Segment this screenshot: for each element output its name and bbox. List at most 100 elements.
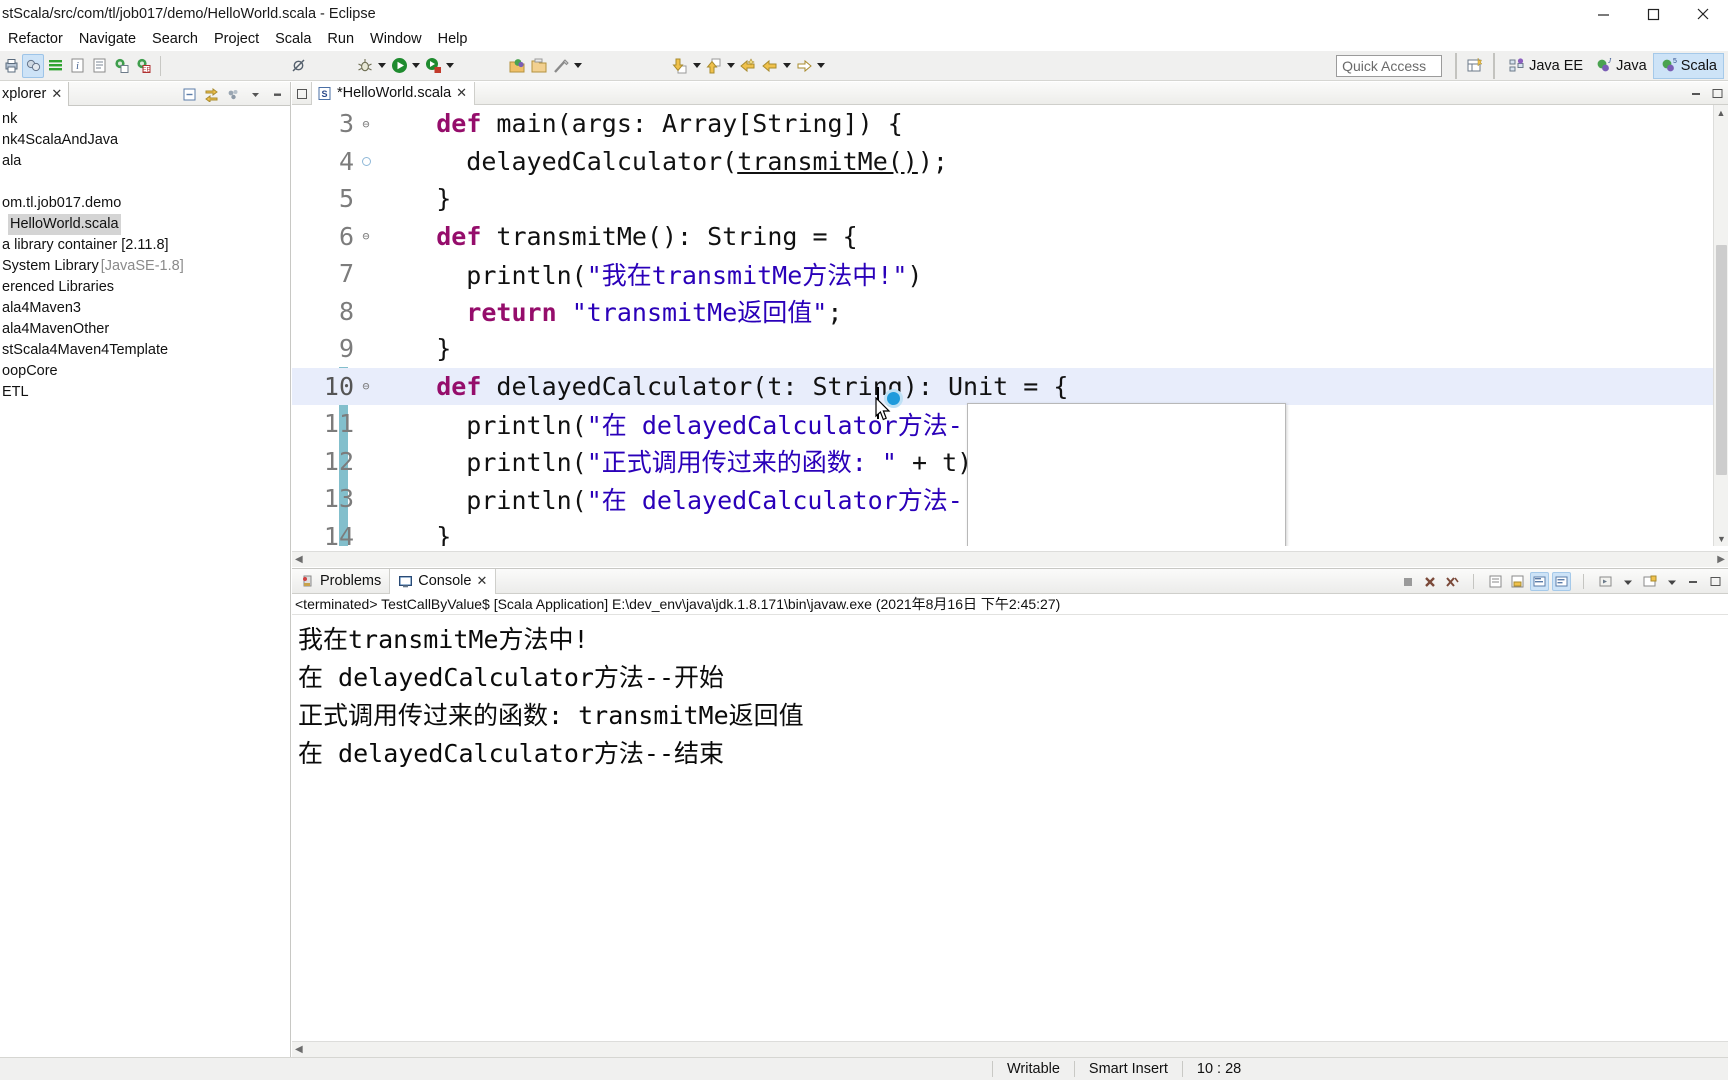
tree-item-package[interactable]: om.tl.job017.demo (0, 193, 290, 214)
menu-scala[interactable]: Scala (267, 28, 319, 51)
minimize-view-button[interactable] (247, 86, 264, 103)
code-line-5[interactable]: 5 } (292, 180, 1728, 218)
new-console-view-button[interactable] (1640, 572, 1659, 591)
view-menu-button[interactable] (225, 86, 242, 103)
previous-annotation-caret[interactable] (725, 54, 737, 78)
menu-run[interactable]: Run (319, 28, 362, 51)
scroll-right-arrow[interactable]: ▶ (1717, 554, 1725, 565)
menu-project[interactable]: Project (206, 28, 267, 51)
console-view-menu-button[interactable] (1662, 572, 1681, 591)
perspective-java-ee[interactable]: Java EE (1502, 53, 1589, 79)
console-horizontal-scrollbar[interactable]: ◀ (292, 1041, 1728, 1057)
document-button[interactable] (88, 54, 110, 78)
print-button[interactable] (0, 54, 22, 78)
tree-item-referenced-libraries[interactable]: erenced Libraries (0, 277, 290, 298)
open-console-dropdown[interactable] (1618, 572, 1637, 591)
last-edit-location-button[interactable] (737, 54, 759, 78)
editor-tab-helloworld-scala[interactable]: S *HelloWorld.scala ✕ (311, 81, 476, 105)
tree-item-scala4mavenother[interactable]: ala4MavenOther (0, 319, 290, 340)
debug-button[interactable] (354, 54, 376, 78)
new-scala-object-button[interactable] (44, 54, 66, 78)
tree-item-hadoopcore[interactable]: oopCore (0, 361, 290, 382)
menu-navigate[interactable]: Navigate (71, 28, 144, 51)
run-dropdown-caret[interactable] (410, 54, 422, 78)
menu-help[interactable]: Help (430, 28, 476, 51)
menu-window[interactable]: Window (362, 28, 430, 51)
back-dropdown-caret[interactable] (781, 54, 793, 78)
show-console-on-output-button[interactable] (1530, 572, 1549, 591)
forward-dropdown-caret[interactable] (815, 54, 827, 78)
tree-item-testscala4maven4template[interactable]: stScala4Maven4Template (0, 340, 290, 361)
scroll-up-arrow[interactable]: ▲ (1714, 105, 1728, 120)
perspective-java[interactable]: J Java (1589, 53, 1653, 79)
maximize-button[interactable] (1628, 0, 1678, 28)
code-line-10[interactable]: 10 ⊖ def delayedCalculator(t: String): U… (292, 367, 1728, 405)
tree-item-jre-system-library[interactable]: System Library [JavaSE-1.8] (0, 256, 290, 277)
maximize-view-button[interactable] (269, 86, 286, 103)
menu-search[interactable]: Search (144, 28, 206, 51)
link-with-editor-button[interactable] (203, 86, 220, 103)
code-line-4[interactable]: 4 delayedCalculator(transmitMe()); (292, 143, 1728, 181)
code-line-6[interactable]: 6 ⊖ def transmitMe(): String = { (292, 218, 1728, 256)
tab-close-icon[interactable]: ✕ (51, 86, 62, 102)
terminate-button[interactable] (1398, 572, 1417, 591)
scroll-down-arrow[interactable]: ▼ (1714, 531, 1728, 546)
menu-refactor[interactable]: Refactor (0, 28, 71, 51)
fold-marker[interactable] (358, 156, 374, 167)
code-token-link[interactable]: transmitMe() (737, 147, 918, 176)
fold-marker[interactable]: ⊖ (358, 379, 374, 393)
tree-item-3[interactable] (0, 172, 290, 193)
code-line-7[interactable]: 7 println("我在transmitMe方法中!") (292, 255, 1728, 293)
minimize-button[interactable] (1578, 0, 1628, 28)
scroll-left-arrow[interactable]: ◀ (295, 554, 303, 565)
scroll-left-arrow[interactable]: ◀ (295, 1044, 303, 1055)
tree-item-scala4maven3[interactable]: ala4Maven3 (0, 298, 290, 319)
run-external-tools-button[interactable] (422, 54, 444, 78)
code-line-9[interactable]: 9 } (292, 330, 1728, 368)
tree-item-1[interactable]: nk4ScalaAndJava (0, 130, 290, 151)
run-button[interactable] (388, 54, 410, 78)
clear-console-button[interactable] (1486, 572, 1505, 591)
tree-item-scala-library[interactable]: a library container [2.11.8] (0, 235, 290, 256)
new-scala-trait-button[interactable]: EE (132, 54, 154, 78)
tab-problems[interactable]: Problems (292, 569, 389, 594)
editor-tab-close-icon[interactable]: ✕ (456, 85, 467, 101)
quick-access-input[interactable]: Quick Access (1336, 54, 1443, 77)
code-line-3[interactable]: 3 ⊖ def main(args: Array[String]) { (292, 105, 1728, 143)
open-type-button[interactable] (506, 54, 528, 78)
next-annotation-caret[interactable] (691, 54, 703, 78)
previous-annotation-button[interactable] (703, 54, 725, 78)
remove-launch-button[interactable] (1420, 572, 1439, 591)
editor-horizontal-scrollbar[interactable]: ◀ ▶ (292, 551, 1728, 567)
console-minimize-button[interactable] (1684, 572, 1703, 591)
pin-console-button[interactable] (1552, 572, 1571, 591)
pin-dropdown-caret[interactable] (572, 54, 584, 78)
console-maximize-button[interactable] (1706, 572, 1725, 591)
tree-item-etl[interactable]: ETL (0, 382, 290, 403)
back-button[interactable] (759, 54, 781, 78)
remove-all-launches-button[interactable] (1442, 572, 1461, 591)
collapse-all-button[interactable] (181, 86, 198, 103)
toggle-mark-occurrences-button[interactable] (22, 53, 44, 78)
editor-maximize-icon[interactable] (1711, 87, 1724, 100)
tab-console[interactable]: Console ✕ (389, 568, 497, 594)
code-line-8[interactable]: 8 return "transmitMe返回值"; (292, 293, 1728, 331)
open-resource-button[interactable] (528, 54, 550, 78)
tree-item-2[interactable]: ala (0, 151, 290, 172)
scroll-lock-button[interactable] (1508, 572, 1527, 591)
tree-item-0[interactable]: nk (0, 109, 290, 130)
tree-item-helloworld-scala[interactable]: HelloWorld.scala (0, 214, 290, 235)
forward-button[interactable] (793, 54, 815, 78)
editor-vertical-scrollbar[interactable]: ▲ ▼ (1713, 105, 1728, 546)
fold-marker[interactable]: ⊖ (358, 117, 374, 131)
editor-scroll-thumb[interactable] (1716, 245, 1727, 475)
pin-editor-button[interactable] (550, 54, 572, 78)
editor-minimize-icon[interactable] (1690, 87, 1703, 100)
tab-package-explorer[interactable]: xplorer ✕ (0, 81, 70, 106)
external-tools-dropdown-caret[interactable] (444, 54, 456, 78)
open-perspective-button[interactable] (1464, 54, 1486, 78)
debug-dropdown-caret[interactable] (376, 54, 388, 78)
fold-marker[interactable]: ⊖ (358, 229, 374, 243)
skip-breakpoints-button[interactable] (287, 54, 309, 78)
perspective-scala[interactable]: 5 Scala (1652, 52, 1724, 79)
